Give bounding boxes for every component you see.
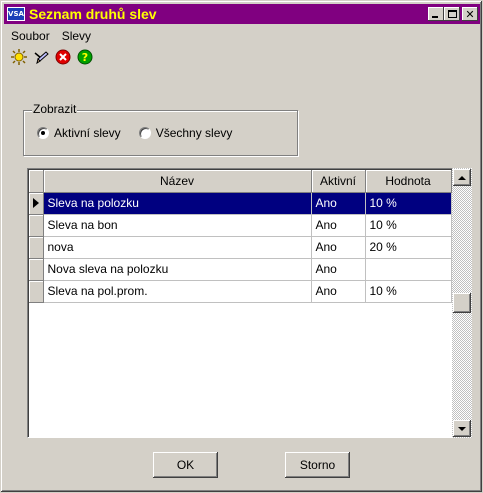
storno-button[interactable]: Storno bbox=[285, 452, 350, 478]
vertical-scrollbar[interactable] bbox=[452, 168, 472, 438]
radio-active-label: Aktivní slevy bbox=[54, 126, 121, 140]
edit-icon[interactable] bbox=[31, 47, 51, 67]
cell-name[interactable]: Nova sleva na polozku bbox=[43, 258, 312, 281]
current-row-pointer-icon bbox=[33, 198, 39, 208]
radio-group: Aktivní slevy Všechny slevy bbox=[37, 126, 232, 140]
ok-button[interactable]: OK bbox=[153, 452, 218, 478]
menu-soubor[interactable]: Soubor bbox=[5, 27, 56, 45]
radio-active[interactable]: Aktivní slevy bbox=[37, 126, 121, 140]
cell-value[interactable] bbox=[365, 258, 452, 281]
discount-grid: Název Aktivní Hodnota Sleva na polozku A… bbox=[27, 168, 472, 438]
filter-groupbox: Zobrazit Aktivní slevy Všechny slevy bbox=[23, 102, 298, 156]
scroll-down-button[interactable] bbox=[453, 420, 471, 437]
minimize-button[interactable] bbox=[428, 7, 444, 21]
help-icon[interactable]: ? bbox=[75, 47, 95, 67]
cell-value[interactable]: 10 % bbox=[365, 280, 452, 303]
cell-active[interactable]: Ano bbox=[311, 236, 366, 259]
close-button[interactable]: ✕ bbox=[462, 7, 478, 21]
cell-name[interactable]: Sleva na pol.prom. bbox=[43, 280, 312, 303]
radio-button[interactable] bbox=[138, 127, 151, 139]
header-indicator bbox=[29, 170, 44, 193]
header-active[interactable]: Aktivní bbox=[311, 170, 366, 193]
cell-name[interactable]: Sleva na bon bbox=[43, 214, 312, 237]
table-row[interactable]: Sleva na polozku Ano 10 % bbox=[29, 192, 452, 215]
row-indicator[interactable] bbox=[29, 258, 44, 281]
row-indicator[interactable] bbox=[29, 236, 44, 259]
close-icon: ✕ bbox=[465, 7, 475, 21]
title-bar[interactable]: VSA Seznam druhů slev ✕ bbox=[4, 4, 480, 24]
maximize-button[interactable] bbox=[444, 7, 460, 21]
window-title: Seznam druhů slev bbox=[29, 6, 157, 22]
row-indicator[interactable] bbox=[29, 192, 44, 215]
radio-all-label: Všechny slevy bbox=[155, 126, 233, 140]
table-row[interactable]: Sleva na pol.prom. Ano 10 % bbox=[29, 280, 452, 303]
table-row[interactable]: Nova sleva na polozku Ano bbox=[29, 258, 452, 281]
delete-icon[interactable] bbox=[53, 47, 73, 67]
maximize-icon bbox=[447, 10, 457, 18]
new-icon[interactable] bbox=[9, 47, 29, 67]
cell-active[interactable]: Ano bbox=[311, 280, 366, 303]
minimize-icon bbox=[432, 16, 438, 18]
scroll-up-button[interactable] bbox=[453, 169, 471, 186]
toolbar: ? bbox=[9, 47, 95, 67]
cell-active[interactable]: Ano bbox=[311, 258, 366, 281]
header-name[interactable]: Název bbox=[43, 170, 312, 193]
cell-value[interactable]: 20 % bbox=[365, 236, 452, 259]
row-indicator[interactable] bbox=[29, 214, 44, 237]
cell-value[interactable]: 10 % bbox=[365, 214, 452, 237]
arrow-up-icon bbox=[458, 175, 466, 180]
radio-all[interactable]: Všechny slevy bbox=[138, 126, 233, 140]
cell-value[interactable]: 10 % bbox=[365, 192, 452, 215]
scroll-thumb[interactable] bbox=[453, 293, 471, 313]
cell-active[interactable]: Ano bbox=[311, 192, 366, 215]
app-icon[interactable]: VSA bbox=[7, 7, 25, 21]
menu-slevy[interactable]: Slevy bbox=[56, 27, 97, 45]
discount-table: Název Aktivní Hodnota Sleva na polozku A… bbox=[29, 170, 452, 303]
groupbox-legend: Zobrazit bbox=[32, 102, 78, 116]
arrow-down-icon bbox=[458, 426, 466, 431]
radio-button-checked[interactable] bbox=[37, 127, 49, 139]
cell-active[interactable]: Ano bbox=[311, 214, 366, 237]
main-window: VSA Seznam druhů slev ✕ Soubor Slevy ? Z… bbox=[0, 0, 483, 493]
row-indicator[interactable] bbox=[29, 280, 44, 303]
header-value[interactable]: Hodnota bbox=[365, 170, 452, 193]
table-header: Název Aktivní Hodnota bbox=[29, 170, 452, 193]
table-row[interactable]: Sleva na bon Ano 10 % bbox=[29, 214, 452, 237]
cell-name[interactable]: Sleva na polozku bbox=[43, 192, 312, 215]
table-row[interactable]: nova Ano 20 % bbox=[29, 236, 452, 259]
cell-name[interactable]: nova bbox=[43, 236, 312, 259]
menu-bar: Soubor Slevy bbox=[5, 26, 97, 46]
svg-text:?: ? bbox=[82, 51, 88, 64]
